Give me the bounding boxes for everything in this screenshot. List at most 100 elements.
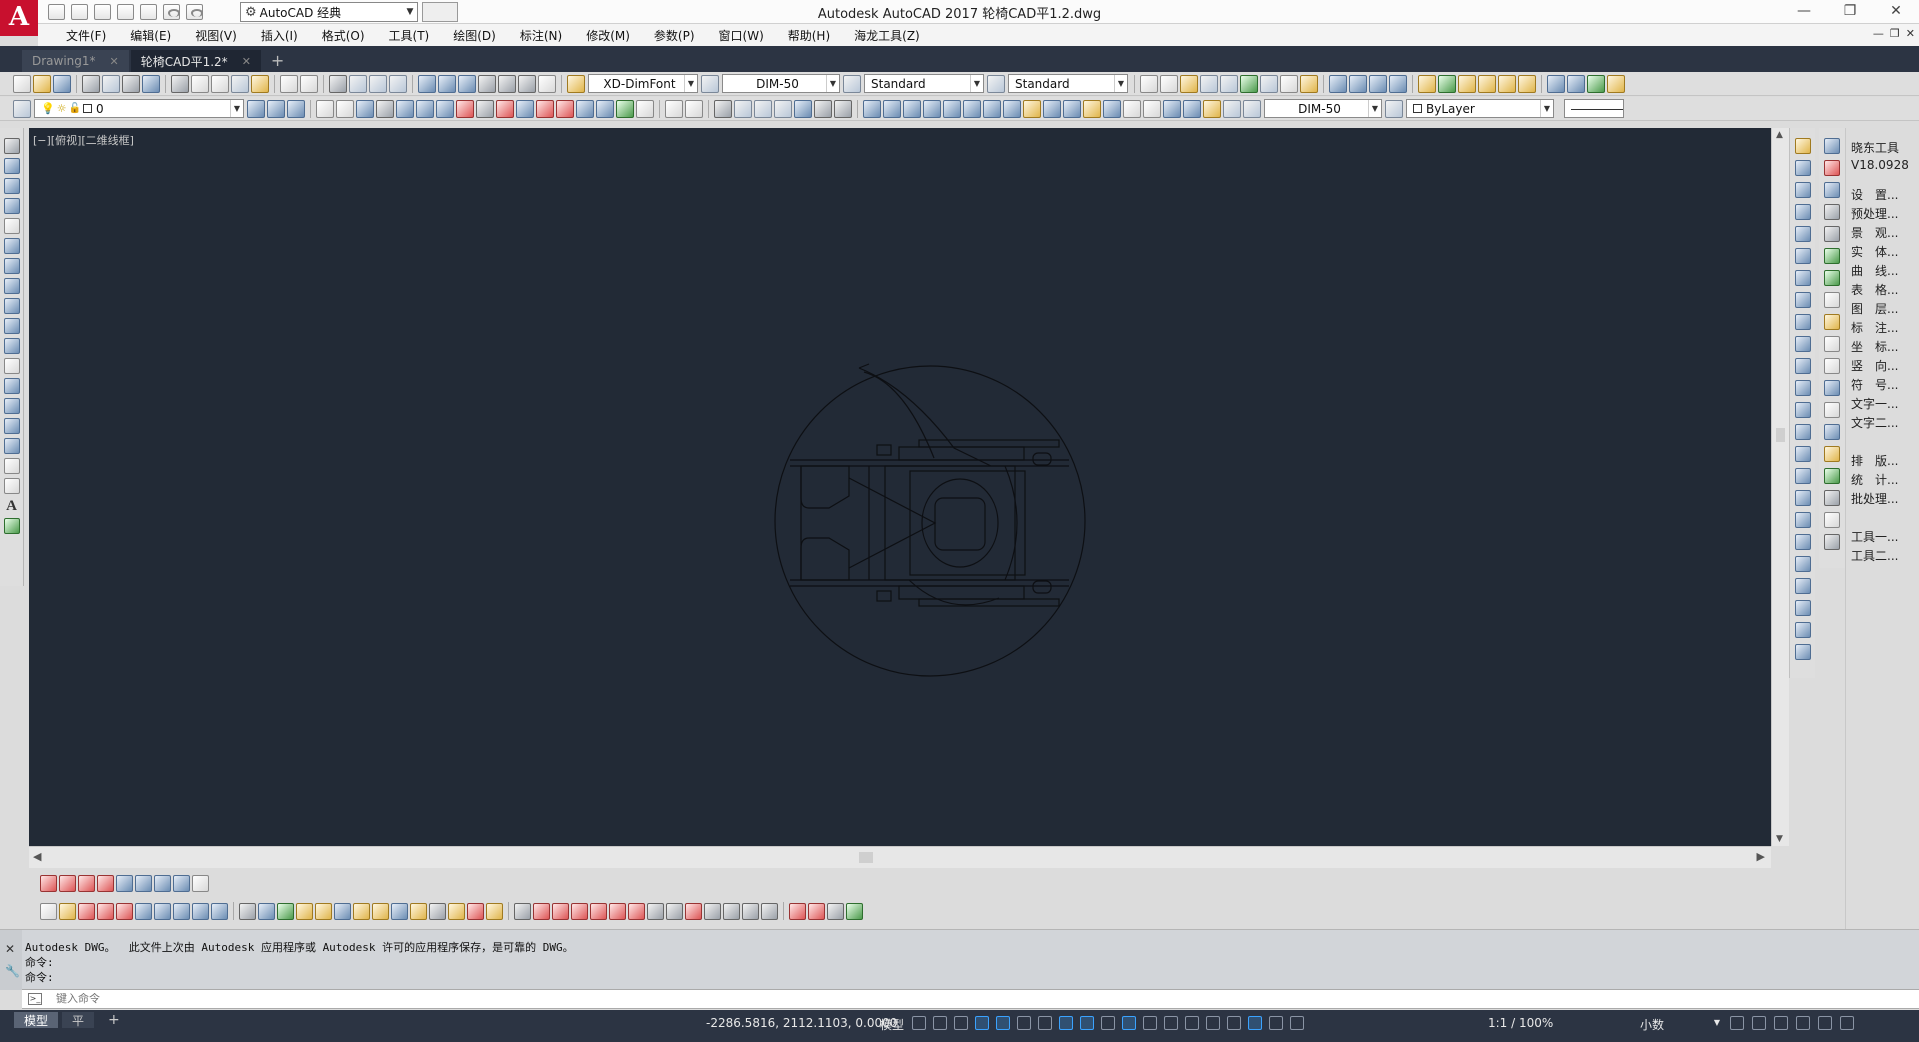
line-icon[interactable]: [3, 138, 20, 154]
command-prompt-icon[interactable]: >_: [28, 993, 42, 1005]
workspace-tool-2-icon[interactable]: [336, 99, 354, 118]
open-icon[interactable]: [33, 74, 51, 93]
plot-preview-icon[interactable]: [102, 74, 120, 93]
panel-item[interactable]: 景 观...: [1851, 224, 1919, 243]
match-properties-icon[interactable]: [251, 74, 269, 93]
command-window-handle[interactable]: ✕ 🔧: [0, 930, 22, 990]
spline-icon[interactable]: [3, 298, 20, 314]
xd-tool-7-icon[interactable]: [1824, 270, 1840, 286]
layout-tool-38-icon[interactable]: [761, 902, 778, 920]
layout-tool-24-icon[interactable]: [486, 902, 503, 920]
paste-block-icon[interactable]: [231, 74, 249, 93]
xd-tool-19-icon[interactable]: [1824, 534, 1840, 550]
layer-state-icon[interactable]: [287, 99, 305, 118]
spell-check-icon[interactable]: [1220, 74, 1238, 93]
clean-screen-icon[interactable]: [1818, 1016, 1832, 1030]
zoom-previous-icon[interactable]: [774, 99, 792, 118]
layout-tool-2-icon[interactable]: [59, 902, 76, 920]
multiline-text-icon[interactable]: [1140, 74, 1158, 93]
workspace-tool-10-icon[interactable]: [496, 99, 514, 118]
xd-tool-18-icon[interactable]: [1824, 512, 1840, 528]
table-style-icon[interactable]: [843, 74, 861, 93]
layout-tool-14-icon[interactable]: [296, 902, 313, 920]
new-icon[interactable]: [13, 74, 31, 93]
xd-tool-5-icon[interactable]: [1824, 226, 1840, 242]
jogged-dim-icon[interactable]: [963, 99, 981, 118]
hardware-acceleration-icon[interactable]: [1796, 1016, 1810, 1030]
undo-icon[interactable]: [665, 99, 683, 118]
layout-tool-37-icon[interactable]: [742, 902, 759, 920]
workspace-tool-5-icon[interactable]: [396, 99, 414, 118]
gradient-icon[interactable]: [3, 438, 20, 454]
move-icon[interactable]: [1794, 248, 1811, 264]
layer-tool-3-icon[interactable]: [1369, 74, 1387, 93]
layout-tool-31-icon[interactable]: [628, 902, 645, 920]
layer-tool-7-icon[interactable]: [1458, 74, 1476, 93]
ortho-icon[interactable]: [996, 1016, 1010, 1030]
xd-tool-8-icon[interactable]: [1824, 292, 1840, 308]
mleader-style-select[interactable]: Standard ▼: [1008, 74, 1128, 93]
viewport-tool-3-icon[interactable]: [78, 874, 95, 892]
draw-order-3-icon[interactable]: [1794, 578, 1811, 594]
auto-scale-icon[interactable]: [1269, 1016, 1283, 1030]
redo-icon[interactable]: [300, 74, 318, 93]
xd-tool-16-icon[interactable]: [1824, 468, 1840, 484]
draw-order-2-icon[interactable]: [1794, 556, 1811, 572]
draw-order-4-icon[interactable]: [1794, 600, 1811, 616]
text-scale-icon[interactable]: [1240, 74, 1258, 93]
workspace-tool-15-icon[interactable]: [596, 99, 614, 118]
xd-tool-11-icon[interactable]: [1824, 358, 1840, 374]
minimize-button[interactable]: —: [1781, 0, 1827, 24]
mleader-style-icon[interactable]: [987, 74, 1005, 93]
layout-tool-42-icon[interactable]: [846, 902, 863, 920]
selection-cycling-icon[interactable]: [1143, 1016, 1157, 1030]
layout-tool-17-icon[interactable]: [353, 902, 370, 920]
panel-item[interactable]: 文字一...: [1851, 395, 1919, 414]
redo-icon[interactable]: [685, 99, 703, 118]
transparency-icon[interactable]: [1122, 1016, 1136, 1030]
fillet-icon[interactable]: [1794, 468, 1811, 484]
linear-dim-icon[interactable]: [863, 99, 881, 118]
layout-tool-34-icon[interactable]: [685, 902, 702, 920]
draw-order-6-icon[interactable]: [1794, 644, 1811, 660]
menu-edit[interactable]: 编辑(E): [118, 27, 183, 44]
close-button[interactable]: ✕: [1873, 0, 1919, 24]
rotate-icon[interactable]: [1794, 270, 1811, 286]
text-mask-icon[interactable]: [1300, 74, 1318, 93]
layout-tool-18-icon[interactable]: [372, 902, 389, 920]
menu-help[interactable]: 帮助(H): [776, 27, 842, 44]
maximize-button[interactable]: ❐: [1827, 0, 1873, 24]
layout-tool-5-icon[interactable]: [116, 902, 133, 920]
layout-tool-36-icon[interactable]: [723, 902, 740, 920]
object-snap-icon[interactable]: [1080, 1016, 1094, 1030]
circle-icon[interactable]: [3, 258, 20, 274]
revision-cloud-icon[interactable]: [3, 278, 20, 294]
make-current-icon[interactable]: [247, 99, 265, 118]
diameter-dim-icon[interactable]: [983, 99, 1001, 118]
zoom-icon[interactable]: [734, 99, 752, 118]
dim-style-select-2[interactable]: DIM-50 ▼: [1264, 99, 1382, 118]
text-style-icon[interactable]: [567, 74, 585, 93]
dim-style-icon[interactable]: [701, 74, 719, 93]
trim-icon[interactable]: [1794, 336, 1811, 352]
search-icon[interactable]: [192, 874, 209, 892]
workspace-tool-4-icon[interactable]: [376, 99, 394, 118]
layout-tool-20-icon[interactable]: [410, 902, 427, 920]
panel-item[interactable]: 统 计...: [1851, 471, 1919, 490]
lineweight-icon[interactable]: [1101, 1016, 1115, 1030]
dim-style-manager-icon[interactable]: [1385, 99, 1403, 118]
layout-tool-28-icon[interactable]: [571, 902, 588, 920]
layer-tool-1-icon[interactable]: [1329, 74, 1347, 93]
undo-icon[interactable]: [280, 74, 298, 93]
mirror-icon[interactable]: [1794, 182, 1811, 198]
scroll-down-icon[interactable]: ▼: [1776, 834, 1783, 844]
scroll-thumb[interactable]: [1776, 428, 1785, 442]
sheet-set-icon[interactable]: [478, 74, 496, 93]
layout-tool-35-icon[interactable]: [704, 902, 721, 920]
array-icon[interactable]: [1794, 226, 1811, 242]
panel-item[interactable]: 工具一...: [1851, 528, 1919, 547]
xd-tool-1-icon[interactable]: [1824, 138, 1840, 154]
point-icon[interactable]: [3, 398, 20, 414]
join-icon[interactable]: [1794, 424, 1811, 440]
workspace-tool-11-icon[interactable]: [516, 99, 534, 118]
